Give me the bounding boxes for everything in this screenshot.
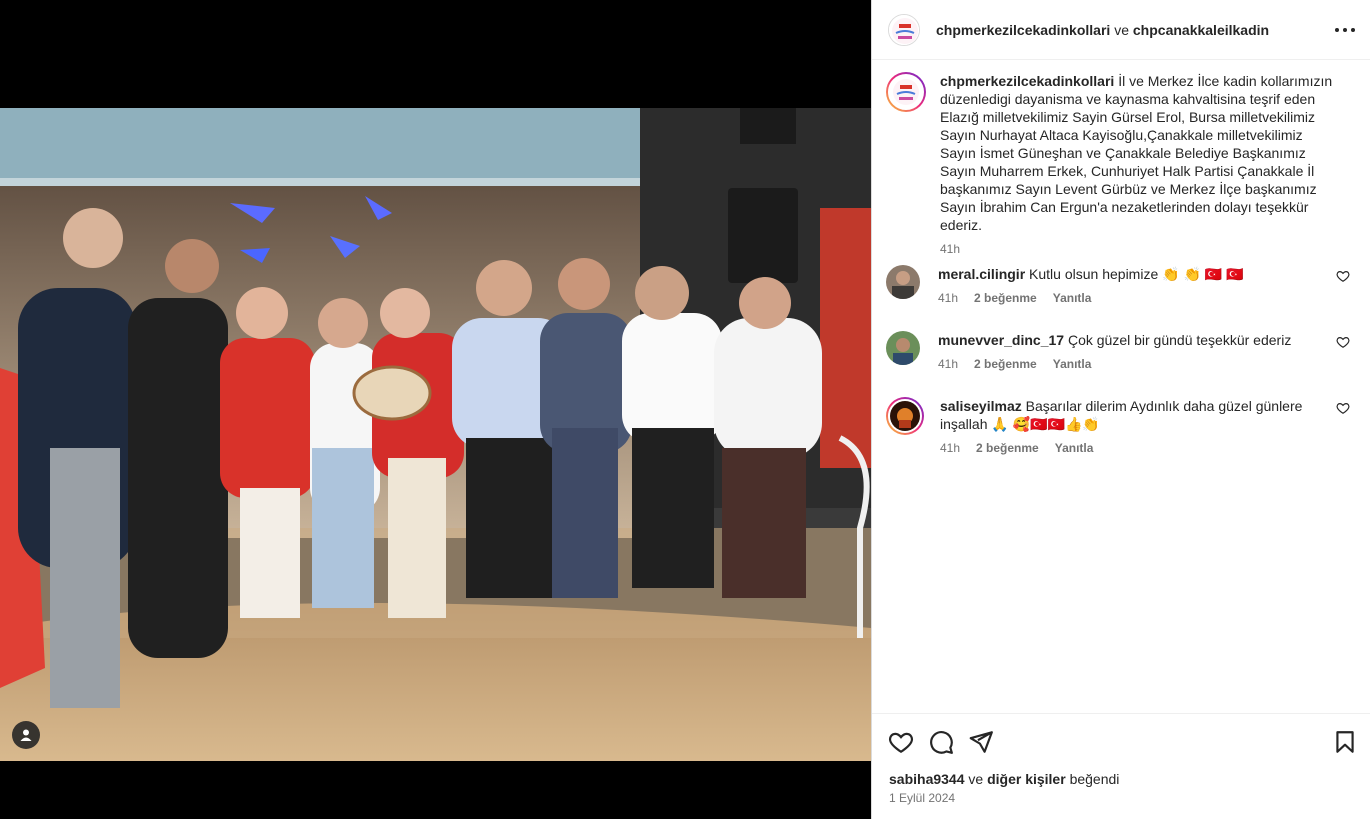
comment-username[interactable]: munevver_dinc_17: [938, 332, 1064, 348]
reply-button[interactable]: Yanıtla: [1055, 441, 1094, 455]
author-username-2[interactable]: chpcanakkaleilkadin: [1133, 22, 1269, 38]
comment-username[interactable]: meral.cilingir: [938, 266, 1025, 282]
comments-scroll-area[interactable]: chpmerkezilcekadinkollari İl ve Merkez İ…: [872, 60, 1370, 713]
reply-button[interactable]: Yanıtla: [1053, 357, 1092, 371]
comment-item: munevver_dinc_17 Çok güzel bir gündü teş…: [886, 331, 1356, 371]
comment-time[interactable]: 41h: [940, 441, 960, 455]
post-date[interactable]: 1 Eylül 2024: [889, 791, 955, 805]
more-options-button[interactable]: [1333, 19, 1357, 41]
post-actions-bar: sabiha9344 ve diğer kişiler beğendi 1 Ey…: [872, 713, 1370, 819]
likes-summary: sabiha9344 ve diğer kişiler beğendi: [889, 771, 1119, 787]
user-icon: [20, 729, 32, 741]
comment-bubble-icon[interactable]: [928, 729, 954, 755]
comment-likes[interactable]: 2 beğenme: [974, 357, 1037, 371]
comment-likes[interactable]: 2 beğenme: [974, 291, 1037, 305]
media-panel: [0, 0, 871, 819]
comment-likes[interactable]: 2 beğenme: [976, 441, 1039, 455]
author-username-1[interactable]: chpmerkezilcekadinkollari: [936, 22, 1110, 38]
comment-text: Kutlu olsun hepimize 👏 👏 🇹🇷 🇹🇷: [1029, 266, 1244, 282]
save-bookmark-icon[interactable]: [1332, 729, 1358, 755]
instagram-post-modal: chpmerkezilcekadinkollari ve chpcanakkal…: [0, 0, 1370, 819]
post-authors: chpmerkezilcekadinkollari ve chpcanakkal…: [936, 22, 1269, 38]
caption-time[interactable]: 41h: [940, 242, 960, 256]
caption-username[interactable]: chpmerkezilcekadinkollari: [940, 73, 1114, 89]
caption-avatar[interactable]: [886, 72, 926, 112]
reply-button[interactable]: Yanıtla: [1053, 291, 1092, 305]
authors-separator: ve: [1114, 21, 1129, 38]
like-heart-icon[interactable]: [888, 729, 914, 755]
tagged-users-button[interactable]: [12, 721, 40, 749]
caption-text-block: chpmerkezilcekadinkollari İl ve Merkez İ…: [940, 72, 1342, 234]
author-avatar[interactable]: [888, 13, 920, 46]
share-paper-plane-icon[interactable]: [968, 729, 994, 755]
more-horizontal-icon: [1335, 28, 1355, 32]
comment-time[interactable]: 41h: [938, 291, 958, 305]
comment-like-heart-icon[interactable]: [1336, 269, 1350, 283]
comment-text: Çok güzel bir gündü teşekkür ederiz: [1067, 332, 1292, 348]
comment-time[interactable]: 41h: [938, 357, 958, 371]
comment-like-heart-icon[interactable]: [1336, 401, 1350, 415]
comment-item: saliseyilmaz Başarılar dilerim Aydınlık …: [886, 397, 1356, 455]
liked-others-link[interactable]: diğer kişiler: [987, 771, 1066, 787]
commenter-avatar[interactable]: [886, 331, 920, 365]
comment-item: meral.cilingir Kutlu olsun hepimize 👏 👏 …: [886, 265, 1356, 305]
commenter-avatar[interactable]: [886, 397, 924, 435]
liked-suffix: beğendi: [1069, 771, 1120, 787]
commenter-avatar[interactable]: [886, 265, 920, 299]
post-sidebar: chpmerkezilcekadinkollari ve chpcanakkal…: [871, 0, 1370, 819]
liked-sep: ve: [968, 771, 984, 787]
liked-by-username[interactable]: sabiha9344: [889, 771, 965, 787]
post-caption: chpmerkezilcekadinkollari İl ve Merkez İ…: [886, 72, 1356, 256]
post-photo[interactable]: [0, 108, 871, 761]
post-header: chpmerkezilcekadinkollari ve chpcanakkal…: [872, 0, 1370, 60]
caption-text: İl ve Merkez İlce kadin kollarımızın düz…: [940, 73, 1333, 233]
comment-like-heart-icon[interactable]: [1336, 335, 1350, 349]
comment-username[interactable]: saliseyilmaz: [940, 398, 1022, 414]
